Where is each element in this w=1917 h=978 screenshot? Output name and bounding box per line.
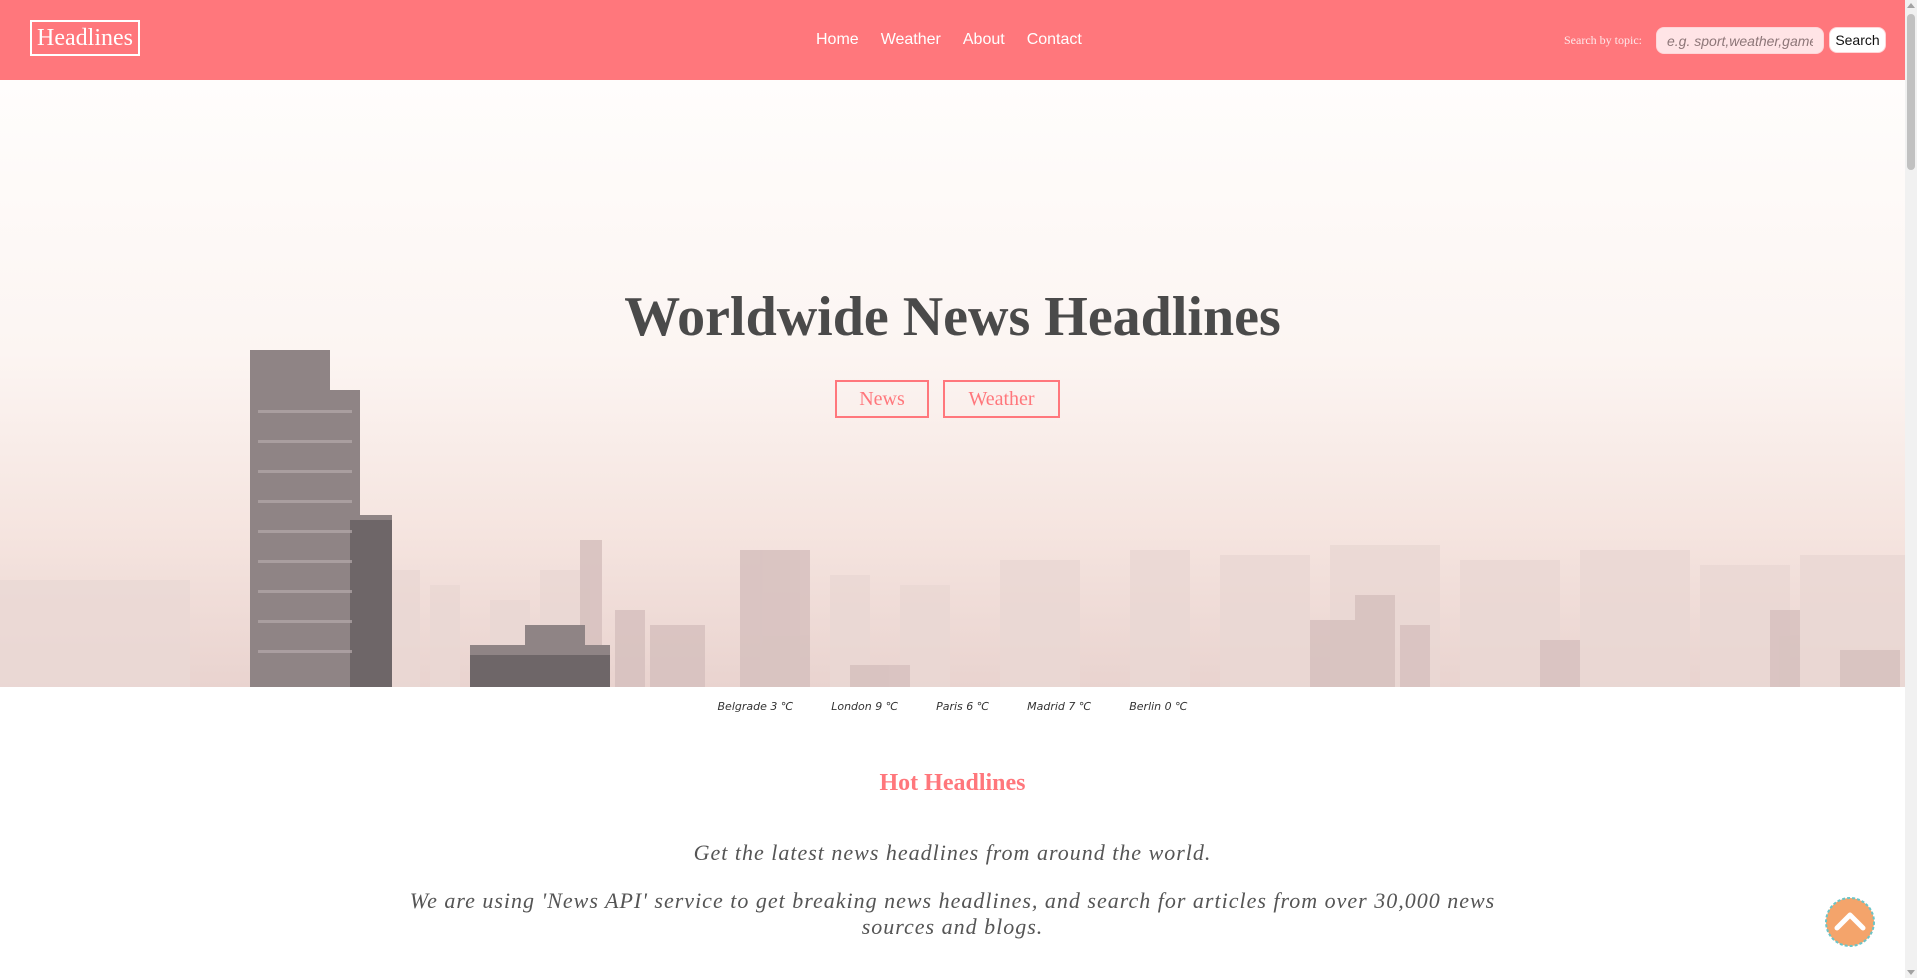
weather-button[interactable]: Weather bbox=[943, 380, 1060, 418]
weather-item-madrid: Madrid 7 ℃ bbox=[1027, 700, 1092, 713]
nav-link-contact[interactable]: Contact bbox=[1027, 31, 1082, 49]
chevron-up-icon bbox=[1825, 897, 1875, 947]
weather-item-berlin: Berlin 0 ℃ bbox=[1129, 700, 1188, 713]
intro-text-secondary: We are using 'News API' service to get b… bbox=[409, 888, 1496, 939]
nav-link-about[interactable]: About bbox=[963, 31, 1005, 49]
search-button[interactable]: Search bbox=[1829, 27, 1886, 53]
hero-section: Worldwide News Headlines News Weather bbox=[0, 80, 1905, 687]
brand-logo[interactable]: Headlines bbox=[30, 20, 140, 56]
scroll-down-icon[interactable] bbox=[1907, 970, 1915, 975]
news-button[interactable]: News bbox=[835, 380, 929, 418]
intro-text: Get the latest news headlines from aroun… bbox=[693, 840, 1212, 865]
nav-links: Home Weather About Contact bbox=[816, 0, 1082, 80]
weather-item-paris: Paris 6 ℃ bbox=[936, 700, 990, 713]
search-input[interactable] bbox=[1656, 27, 1824, 54]
search-label: Search by topic: bbox=[1564, 33, 1642, 47]
section-title: Hot Headlines bbox=[879, 770, 1026, 796]
scroll-up-icon[interactable] bbox=[1907, 3, 1915, 8]
hero-title: Worldwide News Headlines bbox=[624, 286, 1281, 348]
scrollbar-thumb[interactable] bbox=[1907, 14, 1915, 170]
nav-link-home[interactable]: Home bbox=[816, 31, 859, 49]
weather-item-belgrade: Belgrade 3 ℃ bbox=[717, 700, 794, 713]
back-to-top-button[interactable] bbox=[1825, 897, 1875, 947]
weather-item-london: London 9 ℃ bbox=[831, 700, 899, 713]
weather-strip: Belgrade 3 ℃ London 9 ℃ Paris 6 ℃ Madrid… bbox=[0, 700, 1905, 713]
navbar: Headlines Home Weather About Contact Sea… bbox=[0, 0, 1905, 80]
scrollbar[interactable] bbox=[1905, 0, 1917, 978]
nav-link-weather[interactable]: Weather bbox=[881, 31, 941, 49]
